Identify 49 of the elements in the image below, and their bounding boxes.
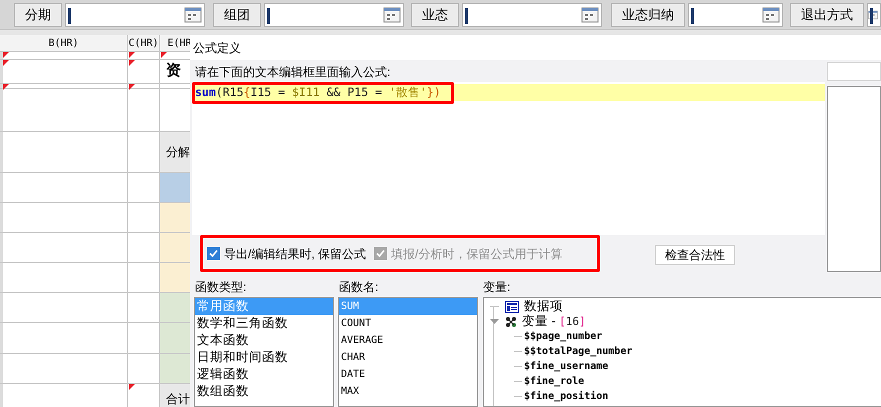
filter-field[interactable]	[688, 3, 783, 27]
list-item[interactable]: DATE	[339, 366, 477, 383]
list-item[interactable]: MAX	[339, 383, 477, 400]
filter-field[interactable]	[65, 3, 205, 27]
filter-label: 组团	[213, 3, 261, 27]
filter-field[interactable]	[867, 3, 881, 27]
filter-label: 分期	[14, 3, 62, 27]
list-item[interactable]: CHAR	[339, 349, 477, 366]
cell-marker-icon	[3, 84, 9, 90]
list-item[interactable]: 日期和时间函数	[195, 349, 333, 366]
cell-marker-icon	[129, 60, 135, 66]
tree-item[interactable]: $$totalPage_number	[524, 344, 632, 359]
cell-text: 资	[166, 61, 181, 82]
column-header: C(HR)	[128, 35, 160, 51]
list-item[interactable]: COUNT	[339, 315, 477, 332]
cell-marker-icon	[129, 384, 135, 390]
tree-item[interactable]: $$page_number	[524, 329, 602, 344]
list-label: 变量:	[483, 279, 510, 294]
filter-field[interactable]	[462, 3, 602, 27]
list-item[interactable]: 数学和三角函数	[195, 315, 333, 332]
form-icon	[505, 300, 519, 312]
formula-editor[interactable]: sum(R15{I15 = $I11 && P15 = '散售'})	[192, 82, 825, 235]
tree-item[interactable]: $fine_username	[524, 359, 608, 374]
list-item[interactable]: 数组函数	[195, 383, 333, 400]
column-header: B(HR)	[0, 35, 128, 51]
filter-label: 退出方式	[790, 3, 864, 27]
list-item[interactable]: 逻辑函数	[195, 366, 333, 383]
filter-field[interactable]	[264, 3, 404, 27]
cell-text: 分解	[166, 144, 190, 161]
tree-item[interactable]: $fine_position	[524, 389, 608, 404]
cell-marker-icon	[129, 84, 135, 90]
checkmark-icon	[375, 248, 386, 259]
tree-item[interactable]: $fine_role	[524, 374, 584, 389]
text-field[interactable]	[827, 62, 881, 81]
checkmark-icon	[208, 248, 219, 259]
filter-label: 业态	[411, 3, 459, 27]
cell-marker-icon	[3, 60, 9, 66]
check-validity-button[interactable]: 检查合法性	[655, 245, 735, 265]
cell-text: 合计	[166, 390, 190, 407]
formula-text: sum(R15{I15 = $I11 && P15 = '散售'})	[195, 84, 441, 101]
list-label: 函数类型:	[194, 279, 248, 294]
list-item[interactable]: AVERAGE	[339, 332, 477, 349]
list-label: 函数名:	[338, 279, 380, 294]
list-item[interactable]: 文本函数	[195, 332, 333, 349]
filter-label: 业态归纳	[611, 3, 685, 27]
variable-group-icon	[505, 316, 517, 328]
checkbox[interactable]: 导出/编辑结果时, 保留公式	[207, 244, 366, 262]
instruction-text: 请在下面的文本编辑框里面输入公式:	[194, 64, 392, 81]
expand-arrow-icon[interactable]	[490, 317, 499, 326]
